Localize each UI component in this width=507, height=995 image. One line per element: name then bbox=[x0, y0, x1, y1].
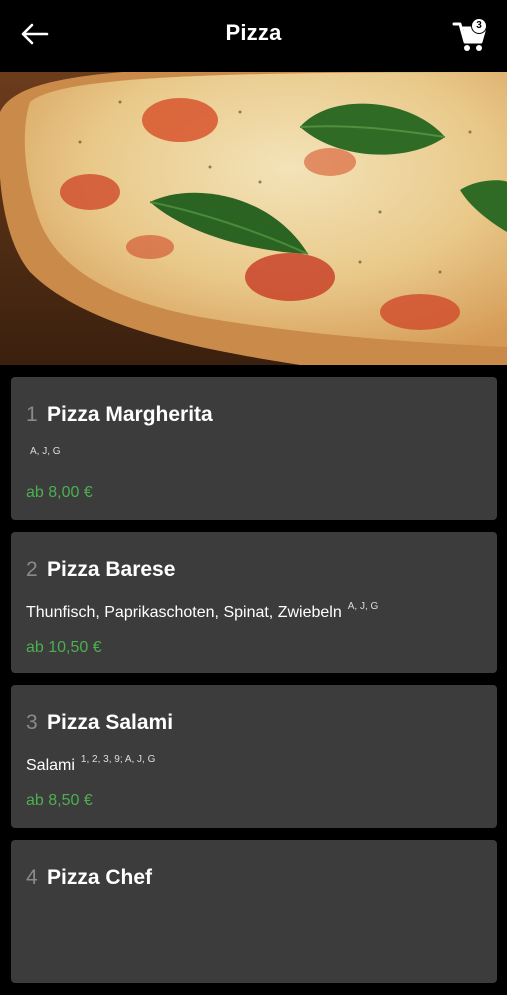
item-allergens: A, J, G bbox=[347, 601, 379, 612]
item-number: 2 bbox=[26, 558, 38, 581]
pizza-photo-icon bbox=[0, 72, 507, 365]
item-number: 1 bbox=[26, 403, 38, 426]
menu-item-card[interactable]: 4 Pizza Chef bbox=[11, 840, 497, 983]
item-description-text: Thunfisch, Paprikaschoten, Spinat, Zwieb… bbox=[26, 604, 342, 621]
item-name: Pizza Chef bbox=[47, 866, 153, 889]
cart-count-badge: 3 bbox=[471, 18, 487, 34]
menu-list: 1 Pizza Margherita A, J, G ab 8,00 € 2 P… bbox=[11, 377, 497, 995]
item-price: ab 10,50 € bbox=[26, 639, 102, 656]
item-allergens: A, J, G bbox=[30, 446, 61, 457]
menu-item-card[interactable]: 3 Pizza Salami Salami 1, 2, 3, 9; A, J, G… bbox=[11, 685, 497, 828]
menu-item-card[interactable]: 2 Pizza Barese Thunfisch, Paprikaschoten… bbox=[11, 532, 497, 673]
item-description: Thunfisch, Paprikaschoten, Spinat, Zwieb… bbox=[26, 601, 378, 622]
page-title: Pizza bbox=[225, 20, 282, 45]
item-price: ab 8,00 € bbox=[26, 484, 93, 501]
item-description: Salami 1, 2, 3, 9; A, J, G bbox=[26, 754, 155, 775]
menu-item-card[interactable]: 1 Pizza Margherita A, J, G ab 8,00 € bbox=[11, 377, 497, 520]
item-description-text: Salami bbox=[26, 757, 75, 774]
item-price: ab 8,50 € bbox=[26, 792, 93, 809]
item-name: Pizza Barese bbox=[47, 558, 176, 581]
top-bar: Pizza 3 bbox=[0, 0, 507, 72]
item-number: 3 bbox=[26, 711, 38, 734]
item-name: Pizza Margherita bbox=[47, 403, 213, 426]
item-number: 4 bbox=[26, 866, 38, 889]
item-name: Pizza Salami bbox=[47, 711, 174, 734]
item-allergens: 1, 2, 3, 9; A, J, G bbox=[80, 754, 156, 765]
hero-pizza-image bbox=[0, 72, 507, 365]
cart-button[interactable]: 3 bbox=[452, 16, 492, 56]
